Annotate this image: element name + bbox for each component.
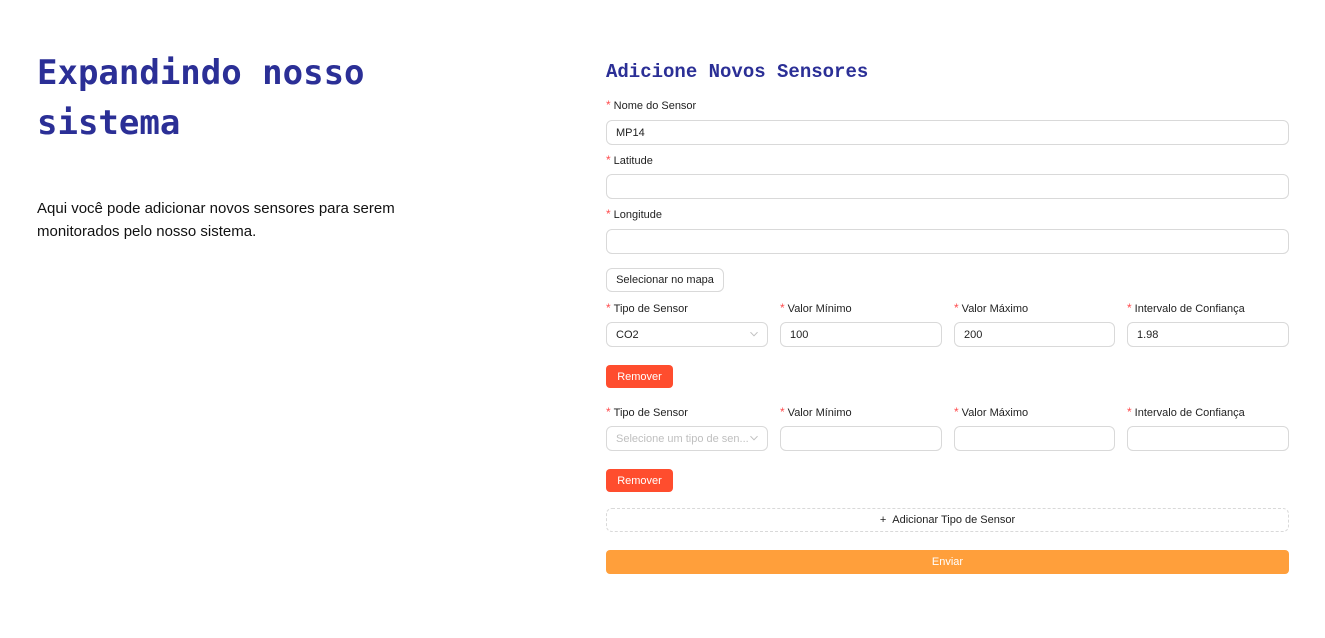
max-value-label: * Valor Máximo [954, 405, 1029, 419]
required-mark: * [1127, 301, 1132, 315]
required-mark: * [780, 301, 785, 315]
max-value-input[interactable] [954, 426, 1115, 451]
confidence-interval-label: * Intervalo de Confiança [1127, 301, 1245, 315]
hero-title: Expandindo nosso sistema [37, 53, 365, 143]
min-value-input[interactable] [780, 426, 942, 451]
form-title: Adicione Novos Sensores [606, 61, 869, 83]
required-mark: * [606, 153, 611, 167]
max-value-input[interactable]: 200 [954, 322, 1115, 347]
plus-icon: + [879, 514, 887, 526]
submit-button[interactable]: Enviar [606, 550, 1289, 574]
required-mark: * [606, 207, 611, 221]
min-value-input[interactable]: 100 [780, 322, 942, 347]
confidence-interval-input[interactable]: 1.98 [1127, 322, 1289, 347]
required-mark: * [606, 301, 611, 315]
required-mark: * [954, 301, 959, 315]
remove-button[interactable]: Remover [606, 469, 673, 492]
sensor-type-label: * Tipo de Sensor [606, 405, 688, 419]
sensor-type-label: * Tipo de Sensor [606, 301, 688, 315]
required-mark: * [780, 405, 785, 419]
required-mark: * [954, 405, 959, 419]
required-mark: * [606, 98, 611, 112]
add-sensor-type-label: Adicionar Tipo de Sensor [892, 514, 1016, 526]
sensor-name-input[interactable]: MP14 [606, 120, 1289, 145]
required-mark: * [606, 405, 611, 419]
add-sensor-type-button[interactable]: + Adicionar Tipo de Sensor [606, 508, 1289, 532]
latitude-label: * Latitude [606, 153, 653, 167]
chevron-down-icon [750, 330, 758, 338]
confidence-interval-label: * Intervalo de Confiança [1127, 405, 1245, 419]
longitude-input[interactable] [606, 229, 1289, 254]
sensor-type-select[interactable]: Selecione um tipo de sen... [606, 426, 768, 451]
longitude-label: * Longitude [606, 207, 662, 221]
max-value-label: * Valor Máximo [954, 301, 1029, 315]
confidence-interval-input[interactable] [1127, 426, 1289, 451]
chevron-down-icon [750, 434, 758, 442]
sensor-name-label: * Nome do Sensor [606, 98, 697, 112]
hero-description: Aqui você pode adicionar novos sensores … [37, 200, 395, 240]
sensor-type-value: CO2 [616, 328, 639, 341]
min-value-label: * Valor Mínimo [780, 301, 852, 315]
sensor-type-placeholder: Selecione um tipo de sen... [616, 432, 749, 445]
sensor-type-select[interactable]: CO2 [606, 322, 768, 347]
latitude-input[interactable] [606, 174, 1289, 199]
min-value-label: * Valor Mínimo [780, 405, 852, 419]
remove-button[interactable]: Remover [606, 365, 673, 388]
select-on-map-button[interactable]: Selecionar no mapa [606, 268, 724, 292]
required-mark: * [1127, 405, 1132, 419]
